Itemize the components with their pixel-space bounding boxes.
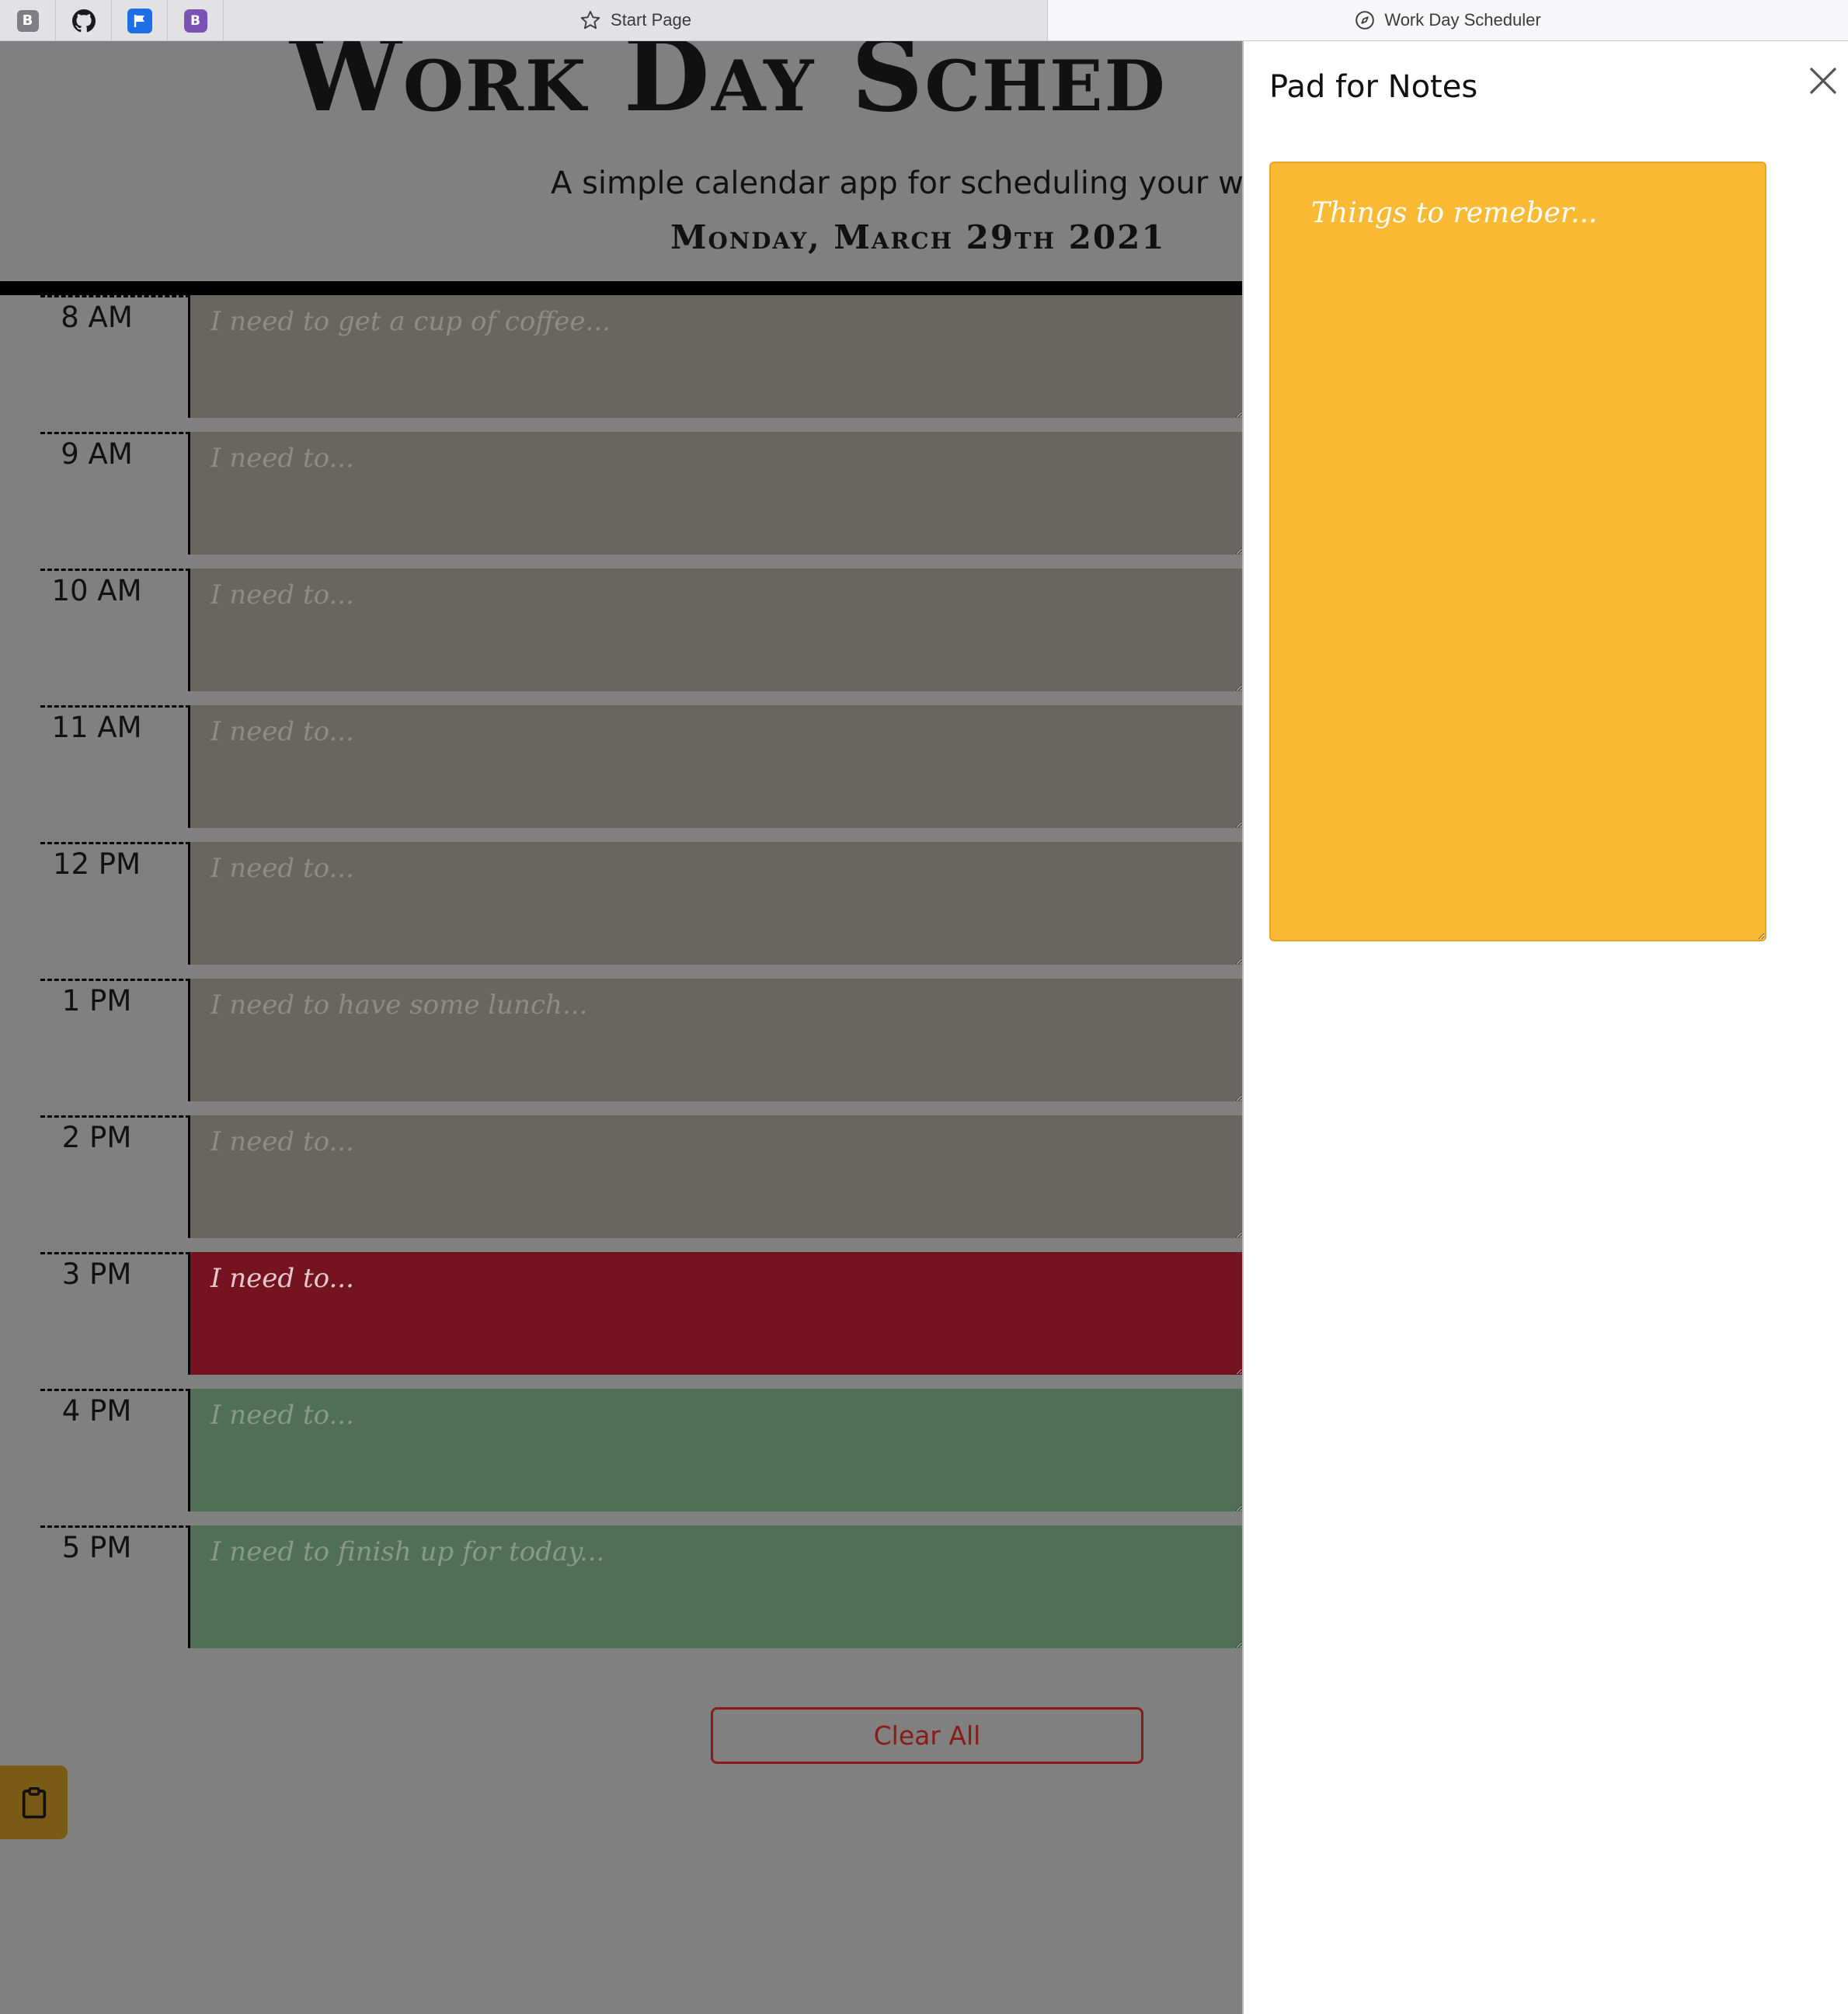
offcanvas-title: Pad for Notes [1269,69,1478,105]
tab-label: Work Day Scheduler [1384,10,1541,30]
hour-label: 9 AM [40,432,190,555]
lead-text: A simple calendar app for scheduling you… [551,165,1242,201]
time-block-row: 10 AM [0,569,1242,705]
tab-start-page[interactable]: Start Page [224,0,1048,40]
task-textarea[interactable] [190,842,1242,965]
clear-all-button[interactable]: Clear All [711,1707,1143,1764]
task-textarea[interactable] [190,705,1242,828]
task-textarea[interactable] [190,1389,1242,1511]
time-block-row: 3 PM [0,1252,1242,1389]
notes-textarea[interactable] [1269,162,1766,941]
tab-label: Start Page [611,10,691,30]
notes-offcanvas: Pad for Notes [1242,41,1848,2014]
page-content: Work Day Sched A simple calendar app for… [0,41,1242,2014]
time-block-row: 11 AM [0,705,1242,842]
task-textarea[interactable] [190,295,1242,418]
hour-label: 11 AM [40,705,190,828]
hour-label: 12 PM [40,842,190,965]
page-title: Work Day Sched [290,41,1167,134]
bootstrap-icon: B [183,9,207,33]
time-block-row: 9 AM [0,432,1242,569]
hour-label: 5 PM [40,1525,190,1648]
browser-tab-bar: B B Start Page Work Day Scheduler [0,0,1848,41]
pinned-tab-github[interactable] [56,0,112,41]
hour-label: 3 PM [40,1252,190,1375]
hour-label: 4 PM [40,1389,190,1511]
hour-label: 1 PM [40,979,190,1101]
time-block-row: 4 PM [0,1389,1242,1525]
current-day: Monday, March 29th 2021 [670,218,1166,256]
tab-work-day-scheduler[interactable]: Work Day Scheduler [1048,0,1848,40]
task-textarea[interactable] [190,1115,1242,1238]
time-block-row: 2 PM [0,1115,1242,1252]
notes-toggle-button[interactable] [0,1765,68,1839]
time-block-row: 5 PM [0,1525,1242,1662]
hour-label: 10 AM [40,569,190,691]
close-icon [1810,68,1836,94]
task-textarea[interactable] [190,432,1242,555]
task-textarea[interactable] [190,569,1242,691]
pinned-tab-bootstrap[interactable]: B [168,0,224,41]
hour-label: 2 PM [40,1115,190,1238]
clipboard-icon [22,1786,46,1818]
time-block-row: 1 PM [0,979,1242,1115]
star-icon [580,10,600,30]
header-divider [0,281,1242,295]
task-textarea[interactable] [190,979,1242,1101]
task-textarea[interactable] [190,1252,1242,1375]
pinned-tab-flag[interactable] [112,0,168,41]
time-block-row: 12 PM [0,842,1242,979]
task-textarea[interactable] [190,1525,1242,1648]
close-button[interactable] [1805,63,1841,99]
jumbotron: Work Day Sched A simple calendar app for… [0,41,1242,281]
compass-icon [1356,11,1375,30]
time-block-row: 8 AM [0,295,1242,432]
pinned-tab-b[interactable]: B [0,0,56,41]
hour-label: 8 AM [40,295,190,418]
flag-icon [127,8,152,33]
b-badge-icon: B [16,9,39,32]
github-icon [71,9,96,32]
